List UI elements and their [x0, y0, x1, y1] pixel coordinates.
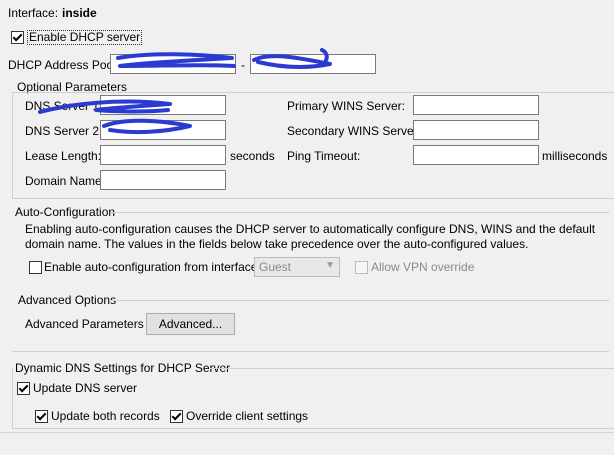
interface-label: Interface: [8, 6, 59, 20]
secondary-wins-input[interactable] [413, 120, 539, 140]
auto-config-enable-label: Enable auto-configuration from interface… [44, 260, 261, 274]
auto-config-interface-value: Guest [259, 260, 292, 274]
auto-config-divider [111, 212, 609, 213]
dns-server-2-input[interactable] [100, 120, 226, 140]
ddns-bottom-border [12, 428, 614, 429]
ping-timeout-unit: milliseconds [542, 149, 608, 163]
secondary-wins-label: Secondary WINS Server: [287, 124, 422, 138]
enable-dhcp-checkbox[interactable] [11, 31, 24, 44]
lease-length-label: Lease Length: [25, 149, 102, 163]
update-both-records-checkbox[interactable] [35, 410, 48, 423]
advanced-options-bottom-border [12, 351, 609, 352]
chevron-down-icon: ▼ [325, 260, 335, 271]
update-both-records-label: Update both records [51, 409, 160, 423]
advanced-options-title: Advanced Options [18, 293, 117, 307]
bottom-panel [0, 432, 614, 455]
override-client-checkbox[interactable] [170, 410, 183, 423]
dns-server-1-label: DNS Server 1: [25, 99, 103, 113]
optional-parameters-bottom-border [12, 198, 614, 199]
update-dns-checkbox[interactable] [17, 382, 30, 395]
dns-server-1-input[interactable] [100, 95, 226, 115]
primary-wins-input[interactable] [413, 95, 539, 115]
dhcp-pool-end-input[interactable] [250, 54, 376, 74]
auto-config-checkbox[interactable] [29, 261, 42, 274]
domain-name-input[interactable] [100, 170, 226, 190]
ddns-left-border [12, 368, 13, 428]
ping-timeout-label: Ping Timeout: [287, 149, 361, 163]
ping-timeout-input[interactable] [413, 145, 539, 165]
enable-dhcp-label[interactable]: Enable DHCP server [27, 30, 143, 45]
update-dns-label: Update DNS server [33, 381, 138, 395]
dhcp-pool-label: DHCP Address Pool: [8, 58, 120, 72]
auto-config-interface-select[interactable]: Guest ▼ [254, 257, 340, 277]
ddns-title: Dynamic DNS Settings for DHCP Server [15, 361, 231, 375]
advanced-parameters-label: Advanced Parameters : [25, 317, 151, 331]
advanced-options-divider [111, 300, 609, 301]
dhcp-pool-dash: - [241, 58, 245, 72]
interface-value: inside [62, 6, 97, 20]
dns-server-2-label: DNS Server 2: [25, 124, 103, 138]
primary-wins-label: Primary WINS Server: [287, 99, 406, 113]
advanced-button[interactable]: Advanced... [146, 313, 235, 335]
override-client-label: Override client settings [186, 409, 309, 423]
optional-parameters-left-border [12, 92, 13, 198]
lease-length-input[interactable] [100, 145, 226, 165]
ddns-divider [210, 368, 614, 369]
domain-name-label: Domain Name: [25, 174, 106, 188]
allow-vpn-checkbox[interactable] [355, 261, 368, 274]
optional-parameters-divider [12, 92, 614, 93]
allow-vpn-label: Allow VPN override [371, 260, 475, 274]
dhcp-pool-start-input[interactable] [110, 54, 236, 74]
auto-config-description: Enabling auto-configuration causes the D… [25, 222, 596, 251]
auto-config-title: Auto-Configuration [15, 205, 116, 219]
lease-length-unit: seconds [230, 149, 275, 163]
